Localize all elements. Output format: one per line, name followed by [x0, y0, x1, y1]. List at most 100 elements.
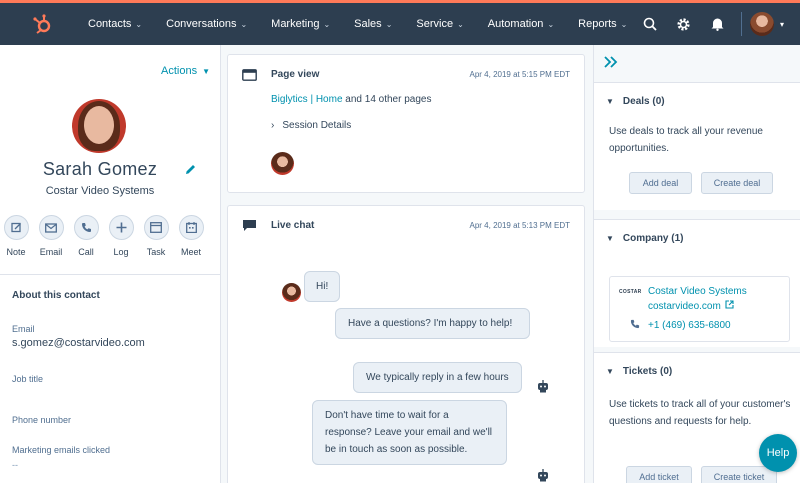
log-action[interactable]: Log [107, 215, 135, 257]
calendar-icon[interactable] [178, 215, 204, 240]
task-action[interactable]: Task [142, 215, 170, 257]
caret-down-icon: ▼ [202, 66, 210, 76]
activity-timeline: Page view Apr 4, 2019 at 5:15 PM EDT Big… [221, 45, 593, 483]
session-details-label: Session Details [282, 120, 352, 131]
nav-label: Service [416, 18, 454, 30]
add-ticket-button[interactable]: Add ticket [626, 466, 692, 483]
create-deal-button[interactable]: Create deal [701, 172, 773, 194]
nav-label: Sales [354, 18, 382, 30]
note-icon[interactable] [3, 215, 29, 240]
company-header[interactable]: ▼ Company (1) [606, 233, 683, 244]
task-icon[interactable] [143, 215, 169, 240]
company-name-link[interactable]: Costar Video Systems [648, 286, 747, 297]
actions-label: Actions [161, 65, 198, 77]
nav-reports[interactable]: Reports ⌄ [566, 3, 639, 45]
chat-message: Have a questions? I'm happy to help! [335, 308, 530, 339]
nav-label: Contacts [88, 18, 132, 30]
property-label-email: Email [12, 324, 35, 334]
chat-message: Don't have time to wait for a response? … [312, 400, 507, 465]
property-label-job-title: Job title [12, 374, 44, 384]
pencil-icon[interactable] [184, 163, 197, 181]
company-phone: +1 (469) 635-6800 [648, 320, 731, 331]
top-navigation: Contacts ⌄ Conversations ⌄ Marketing ⌄ Sale… [0, 0, 800, 45]
page-link[interactable]: Biglytics | Home [271, 94, 343, 105]
browser-icon [242, 68, 257, 86]
contact-company: Costar Video Systems [45, 185, 155, 197]
nav-label: Conversations [166, 18, 237, 30]
deals-header[interactable]: ▼ Deals (0) [606, 96, 665, 107]
bell-icon[interactable] [701, 3, 735, 45]
company-domain-link[interactable]: costarvideo.com [648, 300, 734, 312]
nav-automation[interactable]: Automation ⌄ [476, 3, 566, 45]
nav-sales[interactable]: Sales ⌄ [342, 3, 404, 45]
phone-icon [630, 319, 640, 332]
chevron-right-icon: › [271, 120, 275, 131]
call-action[interactable]: Call [72, 215, 100, 257]
company-section: ▼ Company (1) COSTAR Costar Video System… [594, 219, 800, 347]
nav-conversations[interactable]: Conversations ⌄ [154, 3, 259, 45]
company-phone-link[interactable]: +1 (469) 635-6800 [630, 319, 731, 332]
avatar[interactable] [749, 12, 774, 36]
chevron-down-icon: ▼ [606, 367, 614, 376]
nav-service[interactable]: Service ⌄ [404, 3, 475, 45]
external-link-icon [725, 300, 734, 312]
chat-message: We typically reply in a few hours [353, 362, 522, 393]
quick-action-label: Log [113, 247, 129, 257]
nav-label: Marketing [271, 18, 320, 30]
contact-sidebar: Actions ▼ Sarah Gomez Costar Video Syste… [0, 45, 221, 483]
nav-label: Automation [487, 18, 544, 30]
company-card: COSTAR Costar Video Systems costarvideo.… [609, 276, 790, 342]
quick-action-label: Email [39, 247, 63, 257]
quick-action-label: Task [146, 247, 166, 257]
property-label-phone: Phone number [12, 415, 72, 425]
double-chevron-right-icon[interactable] [604, 55, 618, 73]
quick-action-label: Call [78, 247, 94, 257]
plus-icon[interactable] [108, 215, 134, 240]
company-logo: COSTAR [619, 289, 642, 295]
actions-dropdown[interactable]: Actions ▼ [161, 65, 210, 77]
create-ticket-button[interactable]: Create ticket [701, 466, 777, 483]
caret-down-icon[interactable]: ▾ [780, 20, 784, 29]
bot-icon [536, 379, 550, 393]
property-value-email[interactable]: s.gomez@costarvideo.com [12, 337, 145, 349]
add-deal-button[interactable]: Add deal [629, 172, 692, 194]
page-view-summary: Biglytics | Home and 14 other pages [271, 94, 431, 105]
tickets-title: Tickets (0) [622, 366, 673, 377]
search-icon[interactable] [633, 3, 667, 45]
chat-icon [242, 219, 257, 237]
chevron-down-icon: ⌄ [457, 19, 464, 29]
email-icon[interactable] [38, 215, 64, 240]
property-label-marketing-clicks: Marketing emails clicked [12, 445, 111, 455]
nav-divider [740, 12, 742, 36]
chevron-down-icon: ⌄ [385, 19, 393, 29]
chevron-down-icon: ▼ [606, 234, 614, 243]
chevron-down-icon: ⌄ [547, 19, 555, 29]
note-action[interactable]: Note [2, 215, 30, 257]
chevron-down-icon: ⌄ [135, 19, 143, 29]
chevron-down-icon: ▼ [606, 97, 614, 106]
nav-contacts[interactable]: Contacts ⌄ [76, 3, 154, 45]
page-view-rest: and 14 other pages [342, 94, 432, 105]
chevron-down-icon: ⌄ [240, 19, 248, 29]
phone-icon[interactable] [73, 215, 99, 240]
divider [0, 274, 220, 275]
deals-title: Deals (0) [622, 96, 665, 107]
company-title: Company (1) [622, 233, 684, 244]
associations-sidebar: ▼ Deals (0) Use deals to track all your … [593, 45, 800, 483]
email-action[interactable]: Email [37, 215, 65, 257]
help-button[interactable]: Help [759, 434, 797, 472]
chat-message: Hi! [304, 271, 341, 302]
chevron-down-icon: ⌄ [620, 19, 628, 29]
avatar [271, 152, 294, 175]
quick-action-label: Meet [180, 247, 201, 257]
contact-name: Sarah Gomez [42, 159, 158, 179]
tickets-header[interactable]: ▼ Tickets (0) [606, 366, 672, 377]
session-details-toggle[interactable]: › Session Details [271, 120, 351, 131]
hubspot-sprocket-icon[interactable] [26, 7, 60, 41]
meet-action[interactable]: Meet [177, 215, 205, 257]
nav-marketing[interactable]: Marketing ⌄ [259, 3, 342, 45]
company-domain: costarvideo.com [648, 300, 721, 312]
gear-icon[interactable] [667, 3, 701, 45]
chevron-down-icon: ⌄ [323, 19, 331, 29]
quick-action-label: Note [6, 247, 26, 257]
